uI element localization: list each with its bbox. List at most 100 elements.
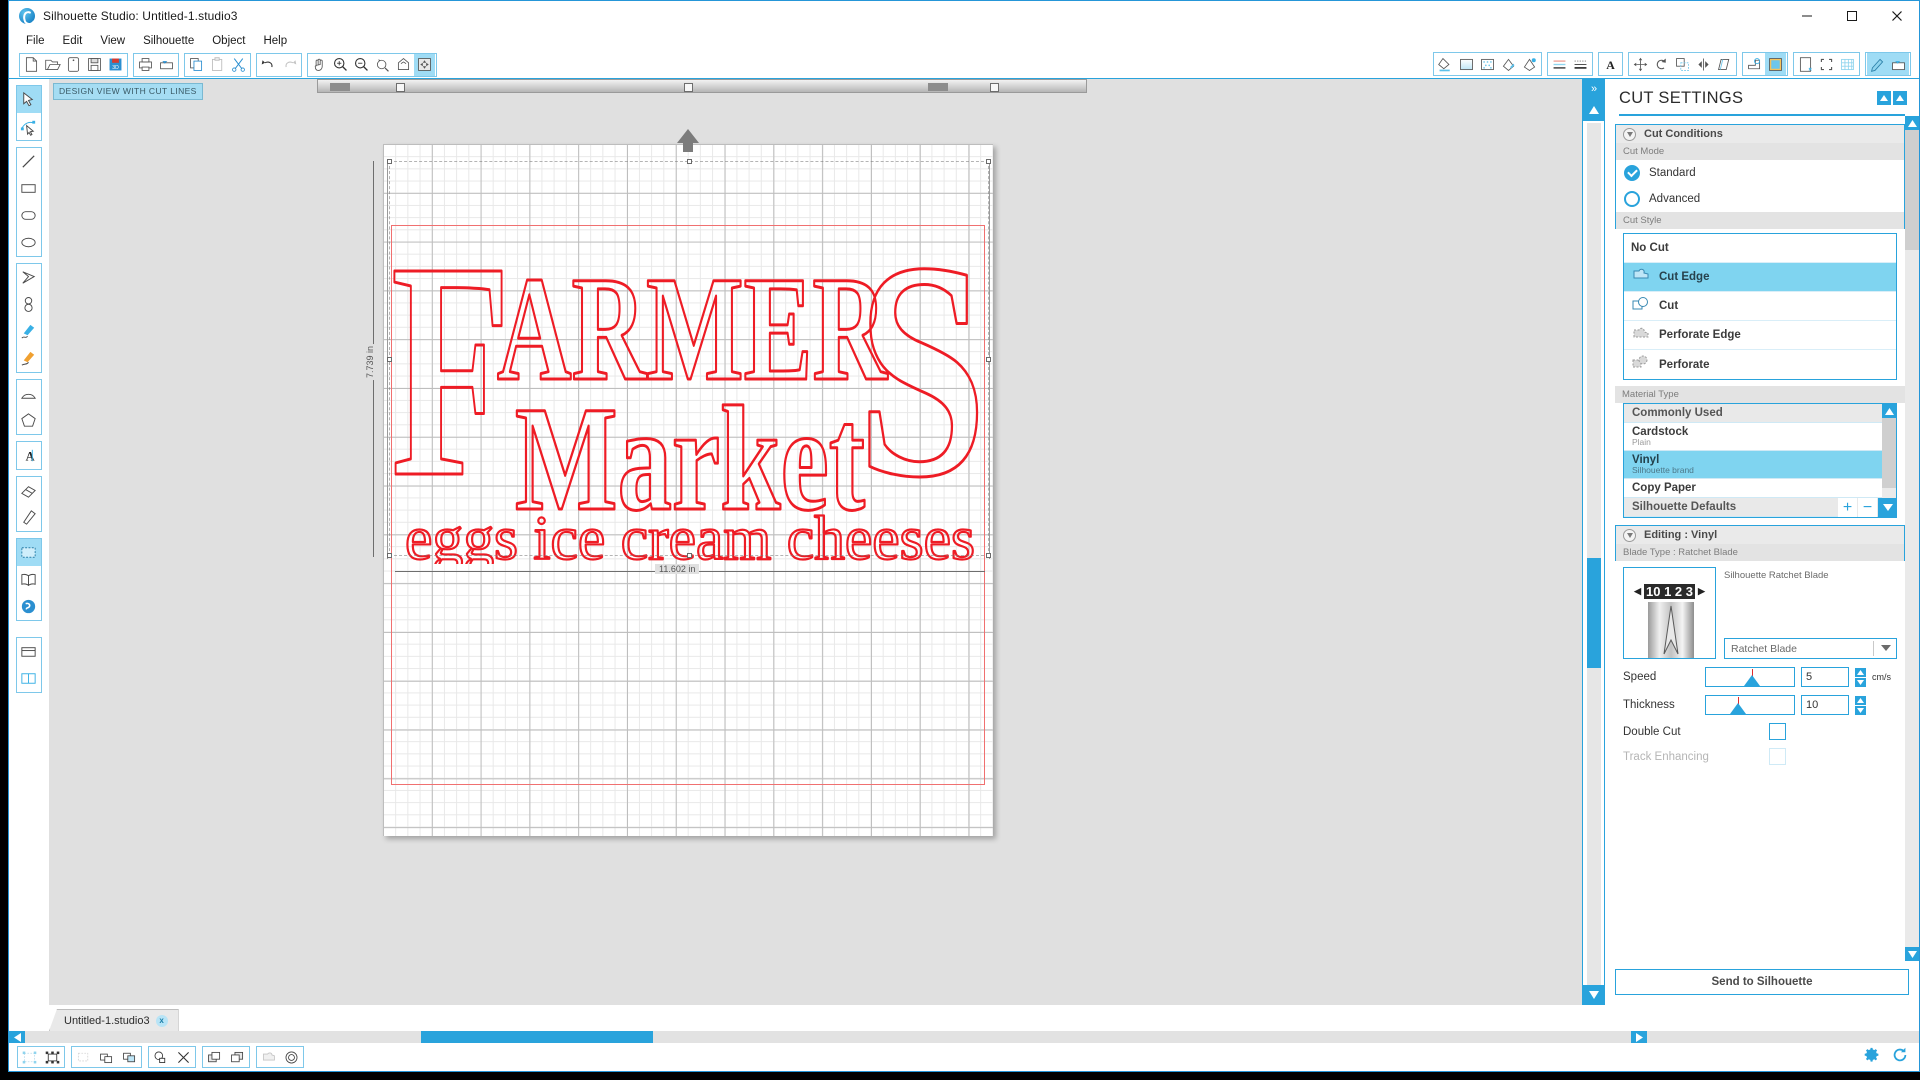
- blade-illustration[interactable]: ◀ 10 1 2 3 ▶: [1623, 567, 1716, 659]
- scale-icon[interactable]: [1672, 53, 1693, 75]
- editing-section-header[interactable]: Editing : Vinyl: [1615, 525, 1905, 544]
- add-material-button[interactable]: +: [1838, 498, 1857, 517]
- material-vinyl[interactable]: Vinyl Silhouette brand: [1624, 451, 1882, 479]
- gradient-fill-icon[interactable]: [1456, 53, 1477, 75]
- hscroll-right-button[interactable]: [1631, 1031, 1647, 1043]
- double-cut-checkbox[interactable]: [1769, 723, 1786, 740]
- line-thickness-icon[interactable]: [1570, 53, 1591, 75]
- close-button[interactable]: [1874, 1, 1919, 31]
- collapse-disclosure-icon[interactable]: [1623, 127, 1636, 141]
- page-setup-icon[interactable]: [1795, 53, 1816, 75]
- send-to-cutter-icon[interactable]: [156, 54, 177, 76]
- thickness-slider[interactable]: [1705, 695, 1795, 715]
- split-view-tool[interactable]: [17, 665, 41, 692]
- rounded-rectangle-tool[interactable]: [17, 202, 41, 229]
- vertical-scrollbar-track[interactable]: [1586, 123, 1601, 985]
- silhouette-store-tool[interactable]: [17, 593, 41, 620]
- print-icon[interactable]: [135, 54, 156, 76]
- line-tool[interactable]: [17, 148, 41, 175]
- copy-icon[interactable]: [186, 54, 207, 76]
- new-document-icon[interactable]: [21, 54, 42, 76]
- cut-mode-advanced[interactable]: Advanced: [1616, 186, 1904, 212]
- eraser-tool[interactable]: [17, 477, 41, 504]
- move-transform-icon[interactable]: [1630, 53, 1651, 75]
- line-color-icon[interactable]: [1498, 53, 1519, 75]
- menu-help[interactable]: Help: [254, 31, 296, 51]
- zoom-out-icon[interactable]: [351, 54, 372, 76]
- resize-handle-tr[interactable]: [986, 159, 991, 164]
- registration-marks-icon[interactable]: [1816, 53, 1837, 75]
- ellipse-tool[interactable]: [17, 229, 41, 256]
- line-style-icon[interactable]: [1549, 53, 1570, 75]
- zoom-all-icon[interactable]: [414, 53, 435, 76]
- blade-select-chevron-down-icon[interactable]: [1881, 645, 1891, 651]
- resize-handle-tc[interactable]: [687, 159, 692, 164]
- library-tool[interactable]: [17, 566, 41, 593]
- settings-gear-icon[interactable]: [1863, 1046, 1881, 1069]
- cut-conditions-header[interactable]: Cut Conditions: [1615, 124, 1905, 143]
- polygon-tool[interactable]: [17, 264, 41, 291]
- blade-next-arrow-icon[interactable]: ▶: [1698, 586, 1705, 597]
- sync-icon[interactable]: [1891, 1046, 1909, 1069]
- menu-edit[interactable]: Edit: [54, 31, 92, 51]
- resize-handle-bc[interactable]: [687, 553, 692, 558]
- subtract-icon[interactable]: [172, 1047, 195, 1067]
- panel-scroll-down-icon[interactable]: [1905, 947, 1919, 961]
- mirror-icon[interactable]: [1693, 53, 1714, 75]
- resize-handle-tl[interactable]: [387, 159, 392, 164]
- zoom-selection-icon[interactable]: [372, 54, 393, 76]
- remove-material-button[interactable]: −: [1858, 498, 1877, 517]
- speed-stepper[interactable]: [1855, 667, 1866, 687]
- material-group-commonly-used[interactable]: Commonly Used: [1624, 404, 1882, 423]
- material-copy-paper[interactable]: Copy Paper: [1624, 479, 1882, 498]
- ungroup-icon[interactable]: [95, 1047, 118, 1067]
- panel-scrollbar[interactable]: [1905, 116, 1919, 961]
- sketch-pen-icon[interactable]: [1519, 53, 1540, 75]
- rectangle-tool[interactable]: [17, 175, 41, 202]
- hscroll-left-button[interactable]: [9, 1031, 25, 1043]
- design-pen-icon[interactable]: [1867, 53, 1888, 75]
- design-canvas[interactable]: DESIGN VIEW WITH CUT LINES 7.739 in 11.6…: [49, 79, 1604, 1005]
- internal-offset-icon[interactable]: [280, 1047, 303, 1067]
- hscroll-thumb[interactable]: [421, 1031, 653, 1043]
- cut-mode-standard[interactable]: Standard: [1616, 160, 1904, 186]
- speed-slider-thumb[interactable]: [1744, 675, 1760, 686]
- resize-handle-br[interactable]: [986, 553, 991, 558]
- editing-disclosure-icon[interactable]: [1623, 528, 1636, 542]
- curve-shape-tool[interactable]: [17, 291, 41, 318]
- save-to-library-icon[interactable]: 3D: [105, 54, 126, 76]
- speed-decrement-icon[interactable]: [1855, 677, 1866, 687]
- offset-icon[interactable]: [1744, 53, 1765, 75]
- resize-handle-bl[interactable]: [387, 553, 392, 558]
- selection-bounding-box[interactable]: [387, 159, 991, 558]
- select-all-icon[interactable]: [18, 1047, 41, 1067]
- panel-scroll-thumb[interactable]: [1905, 130, 1919, 250]
- send-panel-icon[interactable]: [1888, 53, 1909, 75]
- group-icon[interactable]: [72, 1047, 95, 1067]
- collapse-up-icon[interactable]: [1877, 91, 1891, 105]
- select-tool[interactable]: [16, 86, 41, 113]
- open-folder-icon[interactable]: [42, 54, 63, 76]
- send-to-back-icon[interactable]: [226, 1047, 249, 1067]
- draw-freehand-tool[interactable]: [17, 318, 41, 345]
- text-style-icon[interactable]: A: [1600, 53, 1621, 75]
- thickness-stepper[interactable]: [1855, 695, 1866, 715]
- panel-scroll-up-icon[interactable]: [1905, 116, 1919, 130]
- send-to-silhouette-button[interactable]: Send to Silhouette: [1615, 969, 1909, 995]
- draw-smooth-tool[interactable]: [17, 345, 41, 372]
- zoom-fit-icon[interactable]: [393, 54, 414, 76]
- close-icon[interactable]: x: [155, 1014, 168, 1027]
- menu-object[interactable]: Object: [203, 31, 254, 51]
- text-tool[interactable]: A: [17, 442, 41, 469]
- page-view-tool[interactable]: [16, 539, 41, 566]
- pan-hand-icon[interactable]: [309, 54, 330, 76]
- cut-style-no-cut[interactable]: No Cut: [1624, 234, 1896, 263]
- cut-style-perforate[interactable]: Perforate: [1624, 350, 1896, 379]
- expand-panels-icon[interactable]: »: [1582, 79, 1604, 99]
- horizontal-scrollbar[interactable]: [9, 1031, 1919, 1043]
- material-scroll-thumb[interactable]: [1882, 418, 1896, 488]
- material-dropdown-icon[interactable]: [1878, 498, 1897, 517]
- panel-layout-tool[interactable]: [17, 638, 41, 665]
- select-none-icon[interactable]: [41, 1047, 64, 1067]
- group-layers-icon[interactable]: [118, 1047, 141, 1067]
